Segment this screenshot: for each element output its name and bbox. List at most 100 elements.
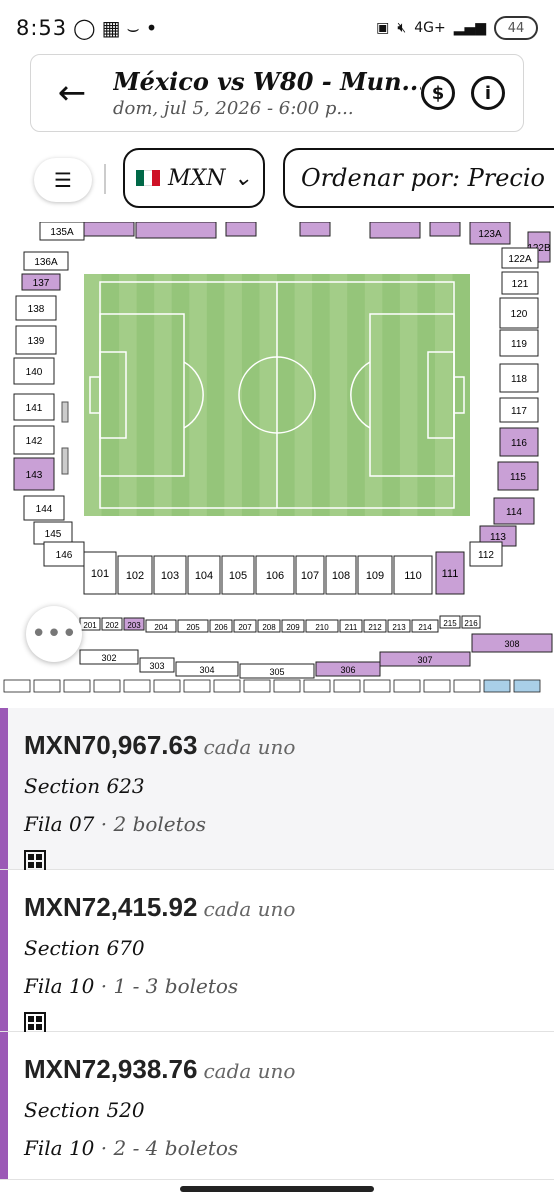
battery-level: 44 <box>507 20 525 36</box>
suite-box[interactable] <box>123 679 151 693</box>
upper-section[interactable] <box>369 222 421 239</box>
sliders-icon: ☰ <box>54 168 72 192</box>
upper-section[interactable] <box>429 222 461 237</box>
qr-code-icon <box>24 1012 46 1034</box>
section-label: 119 <box>511 339 527 350</box>
info-icon[interactable]: i <box>471 76 505 110</box>
suite-box[interactable] <box>183 679 211 693</box>
event-title: México vs W80 - Mun... <box>113 67 421 96</box>
price-each: cada uno <box>203 897 296 921</box>
section-label: 106 <box>266 570 284 582</box>
section-label: 103 <box>161 570 179 582</box>
stadium-map[interactable]: 135A 136A 137 138 139 140 141 142 143 144 145 146 12… <box>0 222 554 694</box>
suite-box[interactable] <box>153 679 181 693</box>
suite-box[interactable] <box>63 679 91 693</box>
notification-icon: ▣ <box>376 20 390 36</box>
listing-row: Fila 10 · 2 - 4 boletos <box>24 1136 238 1160</box>
section-label: 143 <box>26 470 43 481</box>
listing-card[interactable]: MXN72,415.92 cada uno Section 670 Fila 10… <box>0 870 554 1034</box>
filter-toolbar: ☰ MXN ⌄ Ordenar por: Precio <box>0 146 554 212</box>
battery-icon: 44 <box>494 16 538 40</box>
suite-box[interactable] <box>33 679 61 693</box>
section-label: 138 <box>28 304 45 315</box>
pitch-stripe <box>119 274 137 516</box>
currency-selector[interactable]: MXN ⌄ <box>123 148 265 208</box>
section-label: 201 <box>83 621 97 630</box>
event-date: dom, jul 5, 2026 - 6:00 p... <box>113 98 354 119</box>
section-label: 215 <box>443 619 457 628</box>
section-label: 122A <box>508 254 532 265</box>
suite-box[interactable] <box>303 679 331 693</box>
section-label: 304 <box>199 665 214 675</box>
seating-chart[interactable]: 135A 136A 137 138 139 140 141 142 143 144 145 146 12… <box>0 222 554 694</box>
qr-code-icon <box>24 850 46 872</box>
row-label: Fila 10 <box>24 1136 95 1160</box>
section-label: 136A <box>34 257 58 268</box>
sort-label: Ordenar por: Precio <box>301 164 545 192</box>
tunnel <box>61 447 69 475</box>
section-label: 135A <box>50 227 74 238</box>
listing-section: Section 623 <box>24 774 145 798</box>
suite-box[interactable] <box>273 679 301 693</box>
section-label: 114 <box>506 507 522 518</box>
section-label: 206 <box>214 623 228 632</box>
listing-section: Section 670 <box>24 936 145 960</box>
listing-card[interactable]: MXN72,938.76 cada uno Section 520 Fila 10… <box>0 1032 554 1180</box>
suite-box[interactable] <box>243 679 271 693</box>
price-alert-icon[interactable]: $ <box>421 76 455 110</box>
upper-section[interactable] <box>135 222 217 239</box>
amazon-icon: ⌣ <box>126 16 140 40</box>
section-label: 207 <box>238 623 252 632</box>
section-label: 123A <box>478 229 502 240</box>
section-label: 112 <box>478 550 494 561</box>
pitch-stripe <box>294 274 313 516</box>
section-label: 305 <box>269 667 284 677</box>
section-label: 116 <box>511 438 527 449</box>
suite-box[interactable] <box>213 679 241 693</box>
filters-button[interactable]: ☰ <box>34 158 92 202</box>
section-label: 120 <box>511 309 528 320</box>
suite-box[interactable] <box>513 679 541 693</box>
suite-box[interactable] <box>333 679 361 693</box>
pitch-stripe <box>154 274 172 516</box>
suite-box[interactable] <box>3 679 31 693</box>
suite-box[interactable] <box>93 679 121 693</box>
section-label: 110 <box>404 570 422 582</box>
pitch-stripe <box>399 274 418 516</box>
section-label: 308 <box>504 639 519 649</box>
ticket-qty: · 1 - 3 boletos <box>100 974 239 998</box>
suite-box[interactable] <box>423 679 451 693</box>
section-label: 302 <box>101 653 116 663</box>
listing-row: Fila 10 · 1 - 3 boletos <box>24 974 238 998</box>
price-value: MXN72,938.76 <box>24 1054 198 1084</box>
sort-selector[interactable]: Ordenar por: Precio <box>283 148 554 208</box>
suite-box[interactable] <box>393 679 421 693</box>
upper-section[interactable] <box>225 222 257 237</box>
price-each: cada uno <box>203 1059 296 1083</box>
section-label: 216 <box>464 619 478 628</box>
upper-section[interactable] <box>299 222 331 237</box>
chevron-down-icon: ⌄ <box>233 165 252 191</box>
section-label: 137 <box>33 278 50 289</box>
listing-accent <box>0 708 8 869</box>
pitch-stripe <box>84 274 102 516</box>
section-label: 211 <box>345 623 358 632</box>
listing-price: MXN72,938.76 cada uno <box>24 1054 295 1085</box>
back-button[interactable]: ← <box>31 54 113 132</box>
suite-box[interactable] <box>483 679 511 693</box>
listing-accent <box>0 1032 8 1179</box>
section-label: 202 <box>105 621 119 630</box>
pitch-stripe <box>189 274 207 516</box>
more-options-button[interactable]: ••• <box>26 606 82 662</box>
section-label: 204 <box>154 623 168 632</box>
section-label: 105 <box>229 570 247 582</box>
section-label: 104 <box>195 570 213 582</box>
section-label: 107 <box>301 570 319 582</box>
pitch <box>84 274 470 516</box>
listing-card[interactable]: MXN70,967.63 cada uno Section 623 Fila 07… <box>0 708 554 872</box>
suite-box[interactable] <box>363 679 391 693</box>
suite-box[interactable] <box>453 679 481 693</box>
upper-section[interactable] <box>83 222 135 237</box>
ticket-qty: · 2 - 4 boletos <box>100 1136 239 1160</box>
section-label: 213 <box>392 623 406 632</box>
